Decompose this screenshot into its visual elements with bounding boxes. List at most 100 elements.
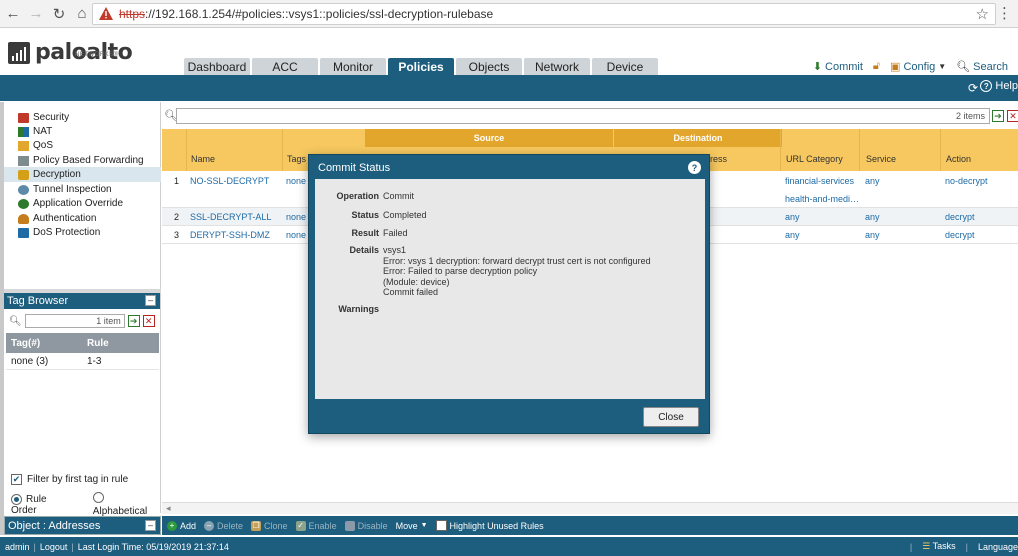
tag-browser: Tag Browser – 🔍︎ 1 item ➔ ✕ Tag(#) Rule … [4, 293, 161, 517]
status-value: Completed [383, 210, 427, 220]
forward-arrow-icon[interactable]: → [26, 4, 46, 24]
clone-button[interactable]: ❐ Clone [251, 520, 288, 531]
logo-mark-icon [8, 42, 30, 64]
lock-button[interactable]: 🔓︎ [873, 60, 880, 73]
horizontal-scrollbar[interactable]: ◂ [162, 502, 1018, 514]
reload-icon[interactable]: ↻ [49, 4, 69, 24]
group-destination: Destination [614, 129, 782, 147]
add-button[interactable]: + Add [167, 520, 196, 531]
sidebar-item-qos[interactable]: QoS [4, 138, 161, 153]
sub-header-bar: ⟳ ? Help [0, 75, 1018, 101]
sidebar-item-pbf[interactable]: Policy Based Forwarding [4, 153, 161, 168]
tunnel-icon [18, 184, 29, 195]
browser-menu-icon[interactable]: ⋮ [997, 4, 1012, 22]
enable-button[interactable]: ✓ Enable [295, 520, 337, 531]
tab-device[interactable]: Device [592, 58, 658, 75]
search-button[interactable]: 🔍︎ Search [956, 60, 1008, 74]
column-tags[interactable]: Tags [287, 154, 306, 164]
tab-network[interactable]: Network [524, 58, 590, 75]
nat-icon [18, 126, 29, 137]
column-url-category[interactable]: URL Category [786, 154, 843, 164]
sidebar-item-security[interactable]: Security [4, 110, 161, 125]
help-icon[interactable]: ? [688, 161, 701, 174]
dialog-title: Commit Status [318, 162, 391, 174]
apply-filter-icon[interactable]: ➔ [992, 110, 1004, 122]
status-label: Status [351, 210, 379, 220]
logo-subtitle: NETWORKS® [75, 52, 119, 58]
sidebar-item-application-override[interactable]: Application Override [4, 196, 161, 211]
dos-icon [18, 227, 29, 238]
tag-search-input[interactable]: 1 item [24, 314, 125, 328]
alphabetical-radio[interactable]: Alphabetical [92, 492, 160, 517]
header-actions: ⬇ Commit 🔓︎ ▣ Config ▼ 🔍︎ Search [813, 60, 1008, 73]
commit-status-dialog: Commit Status ? Operation Commit Status … [308, 154, 710, 434]
sort-options: Rule Order Alphabetical [11, 492, 160, 517]
warnings-label: Warnings [338, 304, 379, 314]
last-login-time: Last Login Time: 05/19/2019 21:37:14 [77, 541, 229, 552]
rule-actions-toolbar: + Add – Delete ❐ Clone ✓ Enable Disable Move… [162, 516, 1018, 535]
chevron-down-icon: ▼ [938, 62, 947, 71]
highlight-checkbox[interactable] [435, 520, 447, 531]
config-icon: ▣ [890, 61, 901, 73]
result-label: Result [351, 228, 379, 238]
logout-link[interactable]: Logout [40, 542, 68, 552]
object-panel-bar[interactable]: Object : Addresses – [4, 516, 161, 535]
sidebar-item-tunnel-inspection[interactable]: Tunnel Inspection [4, 182, 161, 197]
lock-icon: 🔓︎ [872, 60, 881, 72]
filter-checkbox[interactable]: ✔ [11, 474, 22, 485]
tasks-icon: ☰ [922, 541, 931, 551]
sidebar-item-decryption[interactable]: Decryption [4, 167, 161, 182]
help-button[interactable]: ? Help [980, 80, 1018, 92]
language-button[interactable]: Language [978, 542, 1018, 552]
rule-search-input[interactable]: 2 items [176, 108, 990, 124]
commit-button[interactable]: ⬇ Commit [812, 60, 863, 74]
column-address[interactable]: ress [710, 154, 727, 164]
column-action[interactable]: Action [946, 154, 971, 164]
clear-filter-icon[interactable]: ✕ [1007, 110, 1018, 122]
filter-first-tag[interactable]: ✔ Filter by first tag in rule [11, 474, 128, 485]
disable-button[interactable]: Disable [344, 520, 388, 531]
column-tag[interactable]: Tag(#) [6, 338, 82, 349]
tab-dashboard[interactable]: Dashboard [184, 58, 250, 75]
group-source: Source [365, 129, 613, 147]
config-menu[interactable]: ▣ Config ▼ [890, 60, 947, 74]
tag-table-header: Tag(#) Rule [6, 333, 159, 353]
disable-icon [344, 520, 355, 531]
sidebar-item-dos-protection[interactable]: DoS Protection [4, 225, 161, 240]
details-label: Details [349, 245, 379, 255]
sidebar-item-nat[interactable]: NAT [4, 124, 161, 139]
bookmark-star-icon[interactable]: ☆ [976, 5, 989, 23]
sidebar-item-authentication[interactable]: Authentication [4, 211, 161, 226]
minimize-icon[interactable]: – [145, 520, 156, 531]
tag-search: 🔍︎ 1 item ➔ ✕ [9, 314, 155, 328]
current-user[interactable]: admin [5, 542, 30, 552]
clear-filter-icon[interactable]: ✕ [142, 315, 155, 327]
tab-policies[interactable]: Policies [388, 58, 454, 75]
move-menu[interactable]: Move ▼ [396, 521, 428, 531]
back-arrow-icon[interactable]: ← [3, 4, 23, 24]
tab-monitor[interactable]: Monitor [320, 58, 386, 75]
minimize-icon[interactable]: – [145, 295, 156, 306]
rule-order-radio[interactable]: Rule Order [11, 493, 73, 516]
tab-objects[interactable]: Objects [456, 58, 522, 75]
table-row[interactable]: none (3) 1-3 [6, 354, 159, 370]
column-service[interactable]: Service [866, 154, 896, 164]
column-rule[interactable]: Rule [82, 338, 158, 349]
close-button[interactable]: Close [643, 407, 699, 427]
highlight-unused-rules[interactable]: Highlight Unused Rules [435, 520, 544, 531]
tab-acc[interactable]: ACC [252, 58, 318, 75]
scroll-left-icon[interactable]: ◂ [166, 503, 171, 514]
apply-filter-icon[interactable]: ➔ [127, 315, 140, 327]
delete-icon: – [204, 520, 215, 531]
rule-search: 🔍︎ 2 items ➔ ✕ [162, 107, 1018, 125]
home-icon[interactable]: ⌂ [72, 4, 92, 24]
refresh-icon[interactable]: ⟳ [968, 81, 978, 95]
tasks-button[interactable]: ☰ Tasks [922, 541, 955, 552]
address-bar[interactable]: https://192.168.1.254/#policies::vsys1::… [92, 3, 996, 25]
commit-icon: ⬇ [812, 61, 823, 73]
policy-sidebar: Security NAT QoS Policy Based Forwarding… [4, 102, 161, 290]
delete-button[interactable]: – Delete [204, 520, 243, 531]
override-icon [18, 198, 29, 209]
clone-icon: ❐ [251, 520, 262, 531]
column-name[interactable]: Name [191, 154, 215, 164]
